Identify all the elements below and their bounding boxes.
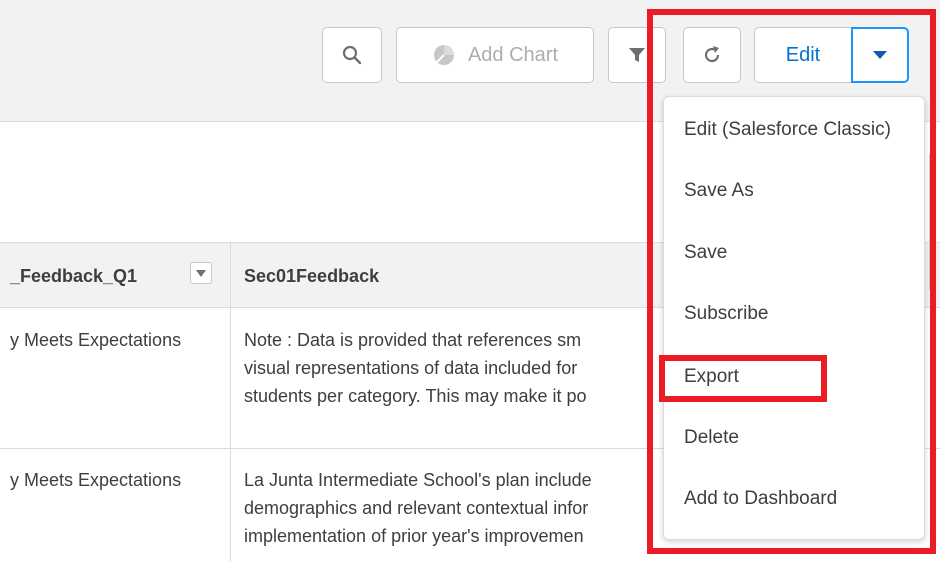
menu-item-subscribe[interactable]: Subscribe: [684, 303, 769, 325]
edit-button[interactable]: Edit: [754, 27, 852, 83]
menu-item-add-to-dashboard[interactable]: Add to Dashboard: [684, 488, 837, 510]
filter-icon: [629, 48, 645, 62]
menu-item-save-as[interactable]: Save As: [684, 180, 754, 202]
search-icon: [342, 45, 362, 65]
table-cell-line: students per category. This may make it …: [244, 386, 587, 406]
chart-icon: [433, 45, 454, 65]
chevron-down-icon: [196, 269, 206, 277]
search-button[interactable]: [322, 27, 382, 83]
column-header-sec01feedback[interactable]: Sec01Feedback: [244, 266, 379, 287]
menu-item-export[interactable]: Export: [684, 366, 739, 388]
refresh-icon: [704, 46, 720, 63]
more-actions-button[interactable]: [851, 27, 909, 83]
caret-down-icon: [873, 51, 887, 59]
table-cell-line: implementation of prior year's improveme…: [244, 526, 584, 546]
filter-button[interactable]: [608, 27, 666, 83]
column-menu-button[interactable]: [190, 262, 212, 284]
menu-item-save[interactable]: Save: [684, 242, 727, 264]
add-chart-label: Add Chart: [467, 43, 559, 66]
table-cell-line: visual representations of data included …: [244, 358, 578, 378]
table-cell-line: Note : Data is provided that references …: [244, 330, 582, 350]
table-cell-line: demographics and relevant contextual inf…: [244, 498, 589, 518]
add-chart-button[interactable]: Add Chart: [396, 27, 594, 83]
table-cell-line: La Junta Intermediate School's plan incl…: [244, 470, 592, 490]
refresh-button[interactable]: [683, 27, 741, 83]
menu-item-delete[interactable]: Delete: [684, 427, 739, 449]
menu-item-edit-classic[interactable]: Edit (Salesforce Classic): [684, 119, 891, 141]
table-cell: y Meets Expectations: [10, 470, 182, 490]
dropdown-scrollbar[interactable]: [929, 152, 935, 292]
edit-label: Edit: [785, 43, 821, 66]
column-header-feedback-q1[interactable]: _Feedback_Q1: [10, 266, 137, 287]
column-divider: [230, 242, 231, 562]
table-cell: y Meets Expectations: [10, 330, 182, 350]
